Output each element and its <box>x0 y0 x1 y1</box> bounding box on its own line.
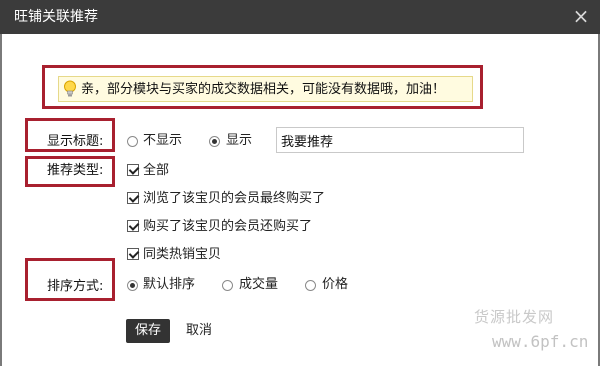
radio-hide-title[interactable] <box>127 136 138 147</box>
recommend-type-label: 推荐类型: <box>47 163 104 178</box>
dialog: 旺铺关联推荐 × 亲，部分模块与买家的成交数据相关，可能没有数据哦，加油！ 显示… <box>0 0 600 366</box>
checkbox-viewed-then-bought[interactable] <box>127 192 139 204</box>
radio-sort-volume-label[interactable]: 成交量 <box>239 276 278 293</box>
watermark: 货源批发网 www.6pf.cn <box>474 298 594 362</box>
watermark-url: www.6pf.cn <box>492 332 589 351</box>
checkbox-similar-hot[interactable] <box>127 248 139 260</box>
checkbox-all[interactable] <box>127 164 139 176</box>
dialog-title: 旺铺关联推荐 <box>14 9 98 25</box>
radio-hide-title-label[interactable]: 不显示 <box>143 132 182 149</box>
radio-sort-volume[interactable] <box>222 280 233 291</box>
lightbulb-icon <box>64 80 76 97</box>
checkbox-bought-also-bought-label[interactable]: 购买了该宝贝的会员还购买了 <box>143 218 312 235</box>
radio-sort-price-label[interactable]: 价格 <box>322 276 348 293</box>
close-icon[interactable]: × <box>570 5 592 27</box>
dialog-titlebar: 旺铺关联推荐 × <box>0 0 600 34</box>
sort-method-label: 排序方式: <box>47 279 104 294</box>
radio-show-title[interactable] <box>209 136 220 147</box>
radio-show-title-label[interactable]: 显示 <box>226 132 252 149</box>
dialog-border-left <box>0 34 2 366</box>
radio-sort-default-label[interactable]: 默认排序 <box>143 276 195 293</box>
checkbox-similar-hot-label[interactable]: 同类热销宝贝 <box>143 246 221 263</box>
radio-sort-price[interactable] <box>305 280 316 291</box>
save-button[interactable]: 保存 <box>126 319 170 343</box>
title-input[interactable] <box>276 127 524 153</box>
display-title-label: 显示标题: <box>47 134 104 149</box>
radio-sort-default[interactable] <box>127 280 138 291</box>
tip-box: 亲，部分模块与买家的成交数据相关，可能没有数据哦，加油！ <box>58 76 473 102</box>
cancel-button[interactable]: 取消 <box>186 322 212 340</box>
checkbox-viewed-then-bought-label[interactable]: 浏览了该宝贝的会员最终购买了 <box>143 190 325 207</box>
tip-text: 亲，部分模块与买家的成交数据相关，可能没有数据哦，加油！ <box>81 82 446 97</box>
checkbox-bought-also-bought[interactable] <box>127 220 139 232</box>
checkbox-all-label[interactable]: 全部 <box>143 162 169 179</box>
watermark-cn: 货源批发网 <box>474 308 555 326</box>
